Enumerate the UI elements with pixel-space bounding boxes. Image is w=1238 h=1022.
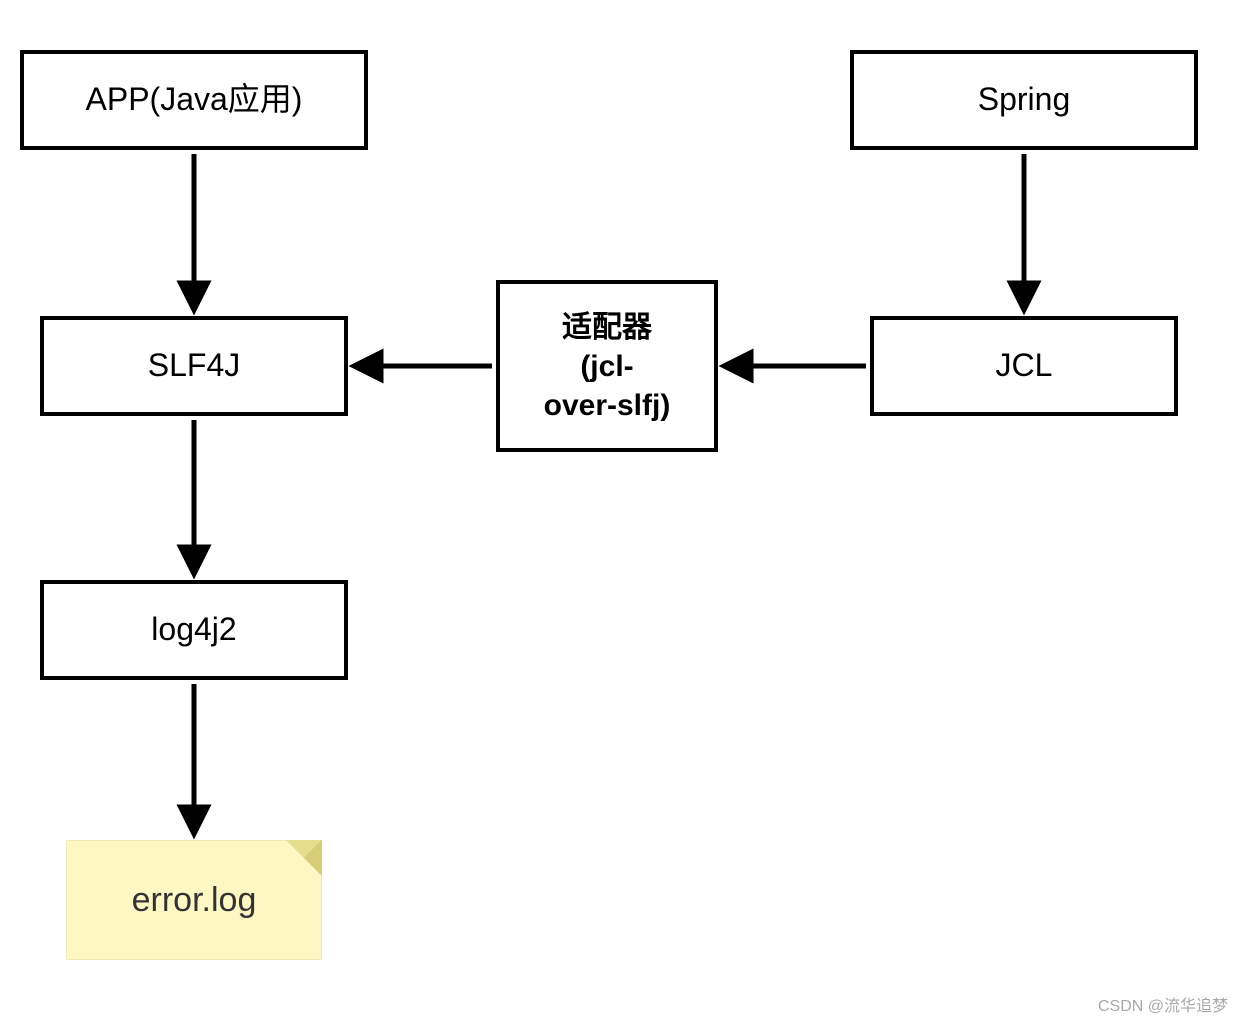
node-adapter: 适配器 (jcl- over-slfj) <box>496 280 718 452</box>
node-log4j2-label: log4j2 <box>151 609 236 651</box>
node-spring-label: Spring <box>978 79 1071 121</box>
node-jcl-label: JCL <box>996 345 1053 387</box>
node-adapter-label: 适配器 (jcl- over-slfj) <box>544 308 671 425</box>
node-slf4j-label: SLF4J <box>148 345 240 387</box>
note-fold-icon <box>286 840 322 876</box>
node-errorlog-label: error.log <box>132 881 257 920</box>
node-app: APP(Java应用) <box>20 50 368 150</box>
node-spring: Spring <box>850 50 1198 150</box>
watermark-text: CSDN @流华追梦 <box>1098 992 1228 1016</box>
node-jcl: JCL <box>870 316 1178 416</box>
node-slf4j: SLF4J <box>40 316 348 416</box>
node-app-label: APP(Java应用) <box>86 79 303 121</box>
node-log4j2: log4j2 <box>40 580 348 680</box>
node-errorlog: error.log <box>66 840 322 960</box>
diagram-canvas: APP(Java应用) Spring SLF4J 适配器 (jcl- over-… <box>0 0 1238 1022</box>
